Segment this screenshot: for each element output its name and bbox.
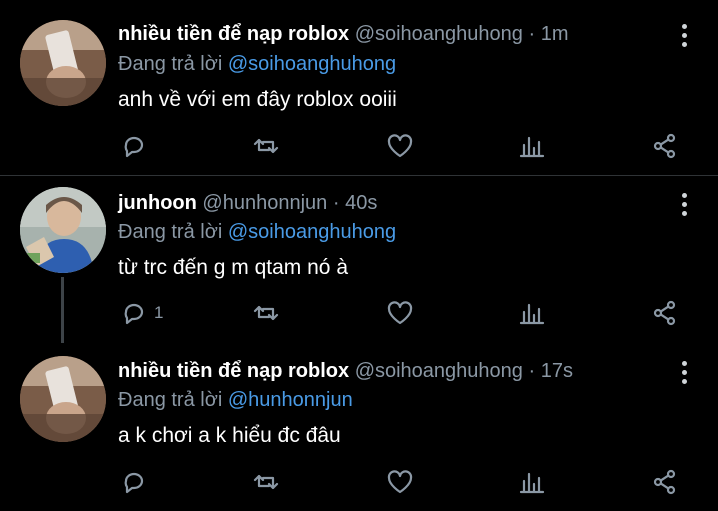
- retweet-button[interactable]: [252, 298, 280, 328]
- analytics-icon: [519, 303, 545, 325]
- tweet-header: nhiều tiền để nạp roblox @soihoanghuhong…: [118, 22, 569, 46]
- like-icon: [387, 301, 413, 325]
- analytics-button[interactable]: [518, 467, 546, 497]
- action-bar: [0, 467, 718, 497]
- timestamp[interactable]: 1m: [541, 23, 569, 45]
- action-bar: 1: [0, 298, 718, 328]
- retweet-icon: [253, 474, 279, 490]
- action-bar: [0, 131, 718, 161]
- reply-mention[interactable]: @soihoanghuhong: [228, 53, 396, 75]
- reply-button[interactable]: 1: [120, 298, 163, 328]
- separator: ·: [332, 192, 340, 214]
- share-button[interactable]: [651, 467, 679, 497]
- reply-prefix: Đang trả lời: [118, 389, 223, 411]
- share-icon: [653, 133, 676, 159]
- more-options-icon[interactable]: [676, 193, 692, 219]
- avatar-image: [20, 20, 106, 106]
- tweet-text: a k chơi a k hiểu đc đâu: [118, 424, 341, 447]
- tweet[interactable]: junhoon @hunhonnjun · 40s Đang trả lời @…: [0, 176, 718, 346]
- display-name[interactable]: junhoon: [118, 192, 197, 214]
- reply-mention[interactable]: @soihoanghuhong: [228, 221, 396, 243]
- share-icon: [653, 300, 676, 326]
- analytics-button[interactable]: [518, 131, 546, 161]
- tweet-text: từ trc đến g m qtam nó à: [118, 256, 348, 279]
- reply-count: 1: [154, 303, 164, 322]
- reply-icon: [124, 136, 144, 158]
- more-options-icon[interactable]: [676, 361, 692, 387]
- tweet[interactable]: nhiều tiền để nạp roblox @soihoanghuhong…: [0, 0, 718, 175]
- like-button[interactable]: [386, 131, 414, 161]
- reply-button[interactable]: [120, 467, 154, 497]
- timestamp[interactable]: 40s: [345, 192, 377, 214]
- user-handle[interactable]: @soihoanghuhong: [355, 360, 523, 382]
- timestamp[interactable]: 17s: [541, 360, 573, 382]
- reply-icon: [124, 303, 144, 325]
- reply-prefix: Đang trả lời: [118, 53, 223, 75]
- avatar[interactable]: [20, 187, 106, 273]
- reply-context: Đang trả lời @hunhonnjun: [118, 388, 353, 412]
- reply-icon: [124, 472, 144, 494]
- tweet[interactable]: nhiều tiền để nạp roblox @soihoanghuhong…: [0, 346, 718, 511]
- like-icon: [387, 134, 413, 158]
- avatar[interactable]: [20, 20, 106, 106]
- share-button[interactable]: [651, 298, 679, 328]
- tweet-header: junhoon @hunhonnjun · 40s: [118, 191, 377, 215]
- analytics-button[interactable]: [518, 298, 546, 328]
- reply-context: Đang trả lời @soihoanghuhong: [118, 220, 396, 244]
- like-icon: [387, 470, 413, 494]
- analytics-icon: [519, 136, 545, 158]
- retweet-icon: [253, 305, 279, 321]
- retweet-icon: [253, 138, 279, 154]
- separator: ·: [528, 360, 536, 382]
- tweet-header: nhiều tiền để nạp roblox @soihoanghuhong…: [118, 359, 573, 383]
- share-button[interactable]: [651, 131, 679, 161]
- avatar-image: [20, 356, 106, 442]
- reply-prefix: Đang trả lời: [118, 221, 223, 243]
- like-button[interactable]: [386, 467, 414, 497]
- reply-context: Đang trả lời @soihoanghuhong: [118, 52, 396, 76]
- share-icon: [653, 469, 676, 495]
- avatar[interactable]: [20, 356, 106, 442]
- avatar-image: [20, 187, 106, 273]
- reply-button[interactable]: [120, 131, 154, 161]
- like-button[interactable]: [386, 298, 414, 328]
- user-handle[interactable]: @hunhonnjun: [202, 192, 327, 214]
- retweet-button[interactable]: [252, 131, 280, 161]
- user-handle[interactable]: @soihoanghuhong: [355, 23, 523, 45]
- tweet-text: anh về với em đây roblox ooiii: [118, 88, 397, 111]
- analytics-icon: [519, 472, 545, 494]
- retweet-button[interactable]: [252, 467, 280, 497]
- reply-mention[interactable]: @hunhonnjun: [228, 389, 353, 411]
- more-options-icon[interactable]: [676, 24, 692, 50]
- display-name[interactable]: nhiều tiền để nạp roblox: [118, 23, 349, 45]
- display-name[interactable]: nhiều tiền để nạp roblox: [118, 360, 349, 382]
- separator: ·: [528, 23, 536, 45]
